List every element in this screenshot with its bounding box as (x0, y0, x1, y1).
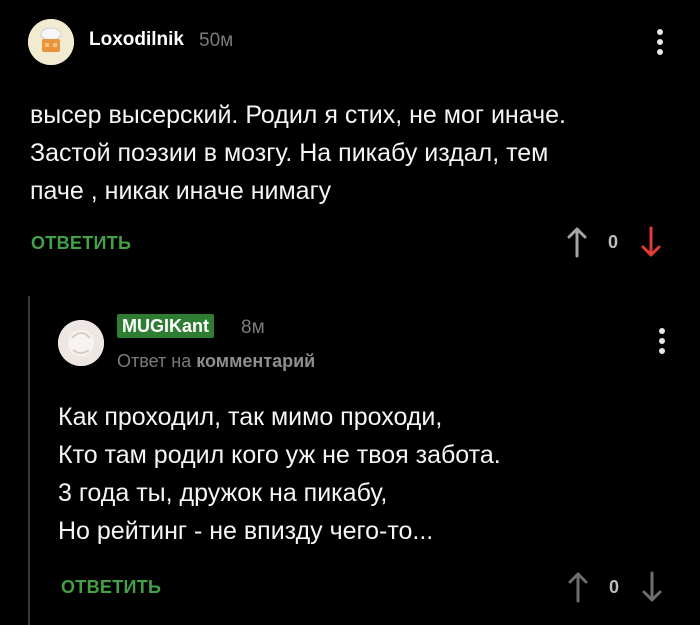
comment-line: паче , никак иначе нимагу (30, 177, 332, 205)
avatar-image (28, 19, 74, 65)
comment-line: Кто там родил кого уж не твоя забота. (58, 441, 501, 469)
arrow-down-icon[interactable] (641, 571, 663, 603)
more-options-icon[interactable] (658, 328, 666, 356)
rating-value: 0 (609, 576, 620, 597)
comment-line: высер высерский. Родил я стих, не мог ин… (30, 101, 566, 129)
avatar[interactable] (58, 320, 104, 366)
reply-to: Ответ на комментарий (117, 351, 315, 372)
reply-button[interactable]: ОТВЕТИТЬ (61, 577, 161, 598)
comment-line: Застой поэзии в мозгу. На пикабу издал, … (30, 139, 549, 167)
comment-line: 3 года ты, дружок на пикабу, (58, 479, 388, 507)
rating-value: 0 (608, 231, 619, 252)
more-options-icon[interactable] (656, 29, 664, 57)
comment-line: Как проходил, так мимо проходи, (58, 403, 443, 431)
reply-to-prefix: Ответ на (117, 351, 192, 371)
arrow-up-icon[interactable] (566, 226, 588, 258)
comment-time: 8м (241, 317, 265, 338)
avatar-image (58, 320, 104, 366)
avatar[interactable] (28, 19, 74, 65)
reply-button[interactable]: ОТВЕТИТЬ (31, 233, 131, 254)
comment-time: 50м (199, 30, 234, 51)
comment-text: Как проходил, так мимо проходи, Кто там … (58, 398, 658, 550)
comment-line: Но рейтинг - не впизду чего-то... (58, 517, 434, 545)
vote-controls: 0 (567, 571, 663, 603)
author-name[interactable]: Loxodilnik (89, 29, 184, 51)
reply-to-link[interactable]: комментарий (196, 351, 315, 371)
comment-text: высер высерский. Родил я стих, не мог ин… (30, 96, 670, 210)
thread-line (28, 296, 30, 625)
vote-controls: 0 (566, 226, 662, 258)
arrow-up-icon[interactable] (567, 571, 589, 603)
arrow-down-icon[interactable] (640, 226, 662, 258)
author-name[interactable]: MUGIKant (117, 314, 214, 338)
comment-1: Loxodilnik 50м высер высерский. Родил я … (0, 0, 700, 275)
